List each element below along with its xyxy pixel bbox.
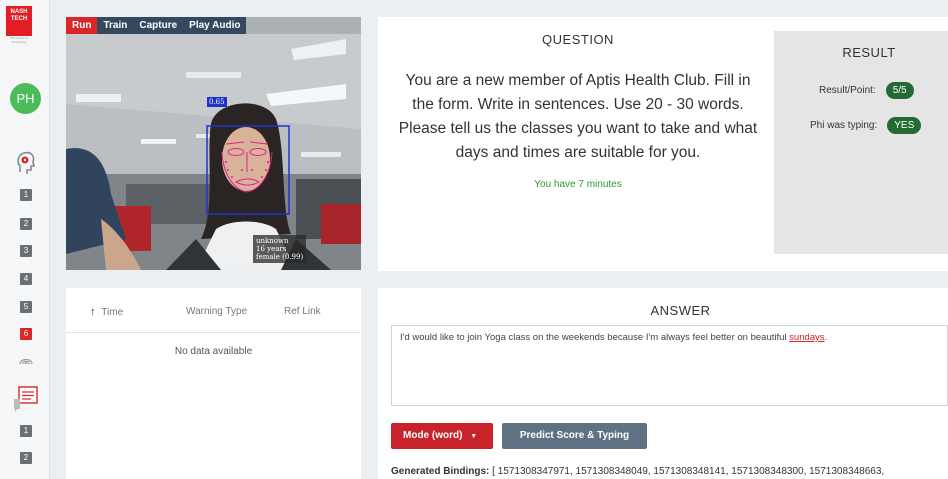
step-2[interactable]: 2	[20, 218, 32, 230]
result-point-row: Result/Point: 5/5	[819, 82, 914, 99]
face-score-label: 0.65	[207, 97, 227, 107]
logo-tagline: The Power of Technology	[10, 36, 28, 44]
empty-table-message: No data available	[174, 346, 253, 357]
train-button[interactable]: Train	[97, 17, 134, 34]
result-title: RESULT	[842, 45, 896, 60]
mode-dropdown-button[interactable]: Mode (word) ▼	[391, 423, 493, 449]
bindings-label: Generated Bindings:	[391, 466, 490, 477]
sort-arrow-up-icon: ↑	[90, 306, 96, 318]
webcam-toolbar: Run Train Capture Play Audio	[66, 17, 247, 34]
logo-text-line1: NASH	[10, 9, 28, 15]
step-4[interactable]: 4	[20, 273, 32, 285]
webcam-feed-image	[66, 34, 361, 270]
nashtech-logo[interactable]: NASH TECH	[6, 6, 32, 36]
step-b-1[interactable]: 1	[20, 425, 32, 437]
chat-message-icon[interactable]	[12, 385, 40, 413]
gender-label: female (0.99)	[256, 253, 304, 261]
sidebar: NASH TECH The Power of Technology PH 1 2…	[0, 0, 50, 479]
logo-text-line2: TECH	[10, 16, 28, 22]
question-text: You are a new member of Aptis Health Clu…	[398, 72, 758, 161]
fingerprint-icon[interactable]	[16, 352, 36, 368]
typing-status-row: Phi was typing: YES	[810, 117, 922, 134]
result-point-badge: 5/5	[885, 82, 914, 99]
step-1[interactable]: 1	[20, 189, 32, 201]
answer-textarea[interactable]: I'd would like to join Yoga class on the…	[391, 325, 948, 406]
warnings-table-header: ↑ Time Warning Type Ref Link	[66, 288, 361, 333]
typing-status-badge: YES	[887, 117, 922, 134]
step-5[interactable]: 5	[20, 301, 32, 313]
generated-bindings: Generated Bindings: [ 1571308347971, 157…	[391, 466, 948, 477]
age-label: 16 years	[256, 245, 287, 253]
answer-panel: ANSWER I'd would like to join Yoga class…	[378, 288, 948, 479]
identity-label: unknown	[256, 237, 289, 245]
time-remaining: You have 7 minutes	[534, 179, 622, 190]
question-title: QUESTION	[542, 32, 614, 47]
result-point-label: Result/Point:	[819, 85, 876, 96]
answer-title: ANSWER	[650, 303, 711, 318]
step-b-2[interactable]: 2	[20, 452, 32, 464]
typing-status-label: Phi was typing:	[810, 120, 878, 131]
play-audio-button[interactable]: Play Audio	[183, 17, 247, 34]
run-button[interactable]: Run	[66, 17, 98, 34]
column-warning-type[interactable]: Warning Type	[186, 306, 247, 317]
user-avatar[interactable]: PH	[10, 83, 41, 114]
answer-text: I'd would like to join Yoga class on the…	[400, 332, 790, 343]
result-panel: RESULT Result/Point: 5/5 Phi was typing:…	[774, 31, 948, 254]
step-6[interactable]: 6	[20, 328, 32, 340]
predict-score-button[interactable]: Predict Score & Typing	[502, 423, 647, 449]
step-3[interactable]: 3	[20, 245, 32, 257]
face-demographics: unknown 16 years female (0.99)	[253, 235, 307, 263]
answer-text-end: .	[824, 332, 828, 343]
column-time[interactable]: ↑ Time	[90, 306, 123, 318]
warnings-table: ↑ Time Warning Type Ref Link No data ava…	[66, 288, 361, 479]
head-profile-icon[interactable]	[16, 150, 36, 178]
caret-down-icon: ▼	[470, 433, 478, 440]
capture-button[interactable]: Capture	[133, 17, 184, 34]
answer-misspelled-word: sundays	[789, 332, 825, 343]
webcam-panel: Run Train Capture Play Audio 0.65 unknow…	[66, 17, 361, 270]
column-time-label: Time	[101, 307, 124, 318]
bindings-value: [ 1571308347971, 1571308348049, 15713083…	[492, 466, 885, 477]
column-ref-link[interactable]: Ref Link	[284, 306, 321, 317]
mode-button-label: Mode (word)	[403, 430, 463, 441]
